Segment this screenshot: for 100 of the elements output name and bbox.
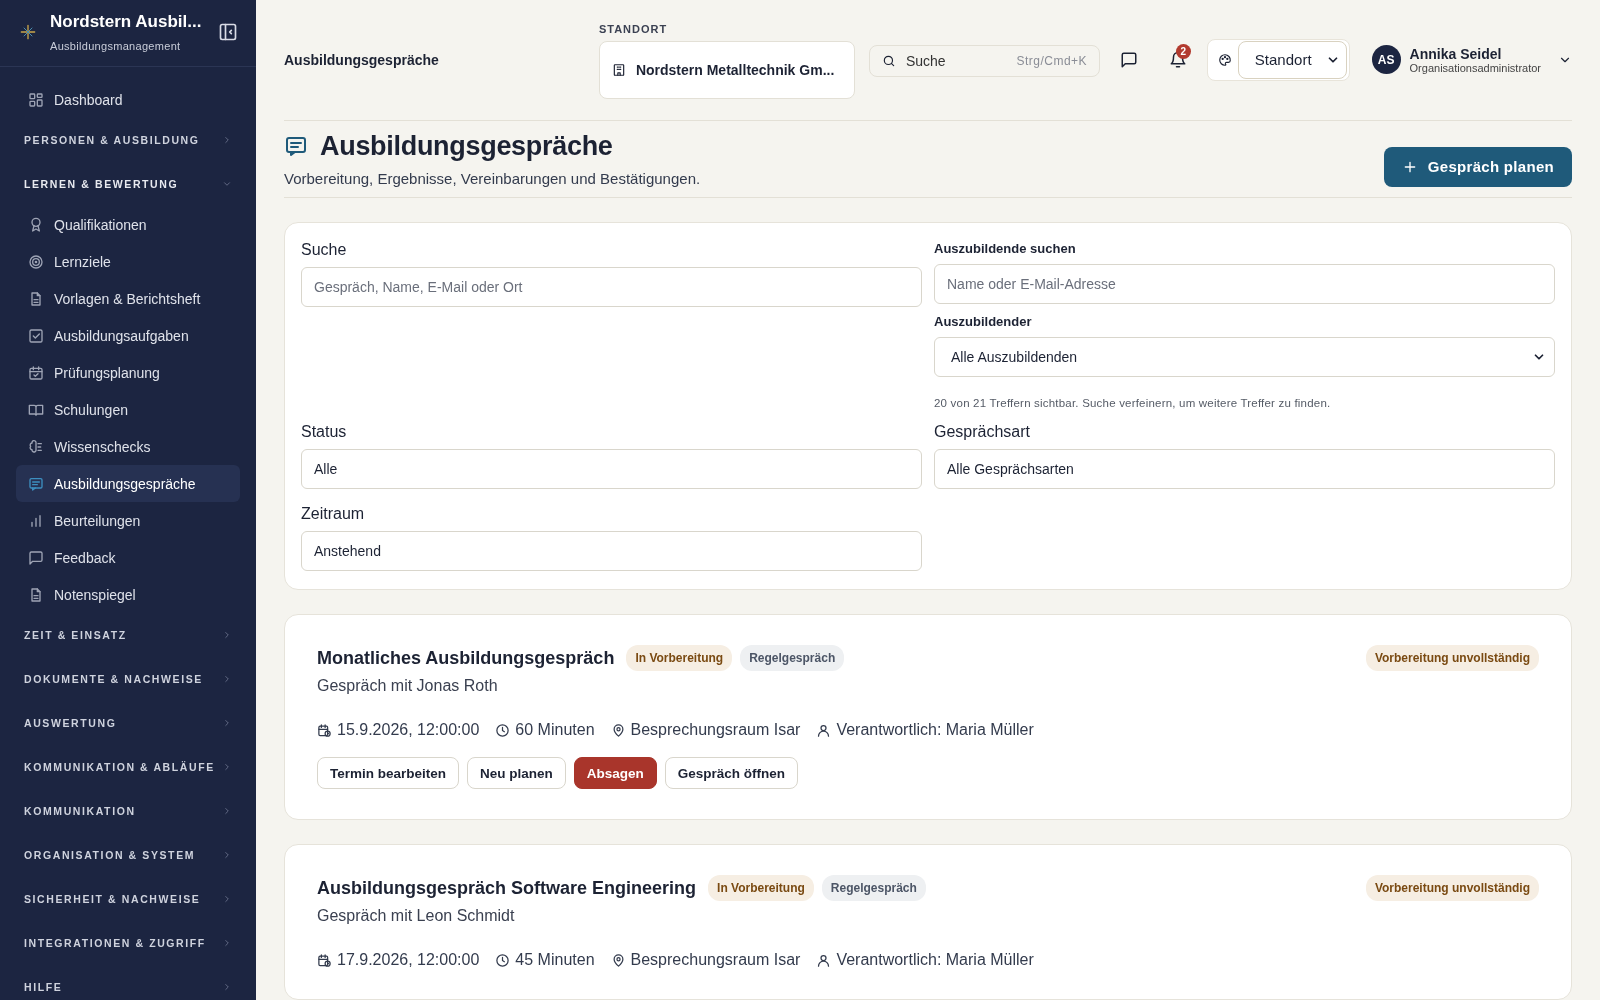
meta-text: Verantwortlich: Maria Müller: [836, 951, 1034, 969]
chevron-right-icon: [222, 630, 232, 640]
action-button[interactable]: Neu planen: [467, 757, 566, 789]
message-icon: [284, 134, 308, 159]
nav-group[interactable]: KOMMUNIKATION: [16, 789, 240, 833]
trainee-search-field[interactable]: Name oder E-Mail-Adresse: [934, 264, 1555, 304]
plan-conversation-button[interactable]: Gespräch planen: [1383, 146, 1572, 187]
chevron-right-icon: [222, 894, 232, 904]
nav-group[interactable]: HILFE: [16, 965, 240, 1000]
status-field[interactable]: Alle: [301, 449, 922, 489]
nav-item[interactable]: Vorlagen & Berichtsheft: [16, 280, 240, 317]
theme-select[interactable]: Standort: [1237, 40, 1347, 79]
palette-icon: [1217, 52, 1232, 67]
chevron-down-icon: [222, 179, 232, 189]
grid-icon: [28, 91, 44, 108]
nav-item[interactable]: Dashboard: [16, 81, 240, 118]
speech-bubble-icon: [1120, 50, 1139, 69]
clock-icon: [495, 722, 511, 738]
status-badge: In Vorbereitung: [626, 645, 733, 671]
location-select[interactable]: Nordstern Metalltechnik Gm...: [598, 40, 855, 99]
nav-item[interactable]: Wissenschecks: [16, 428, 240, 465]
document-icon: [28, 290, 44, 307]
action-button[interactable]: Gespräch öffnen: [664, 757, 799, 789]
nav-group[interactable]: AUSWERTUNG: [16, 701, 240, 745]
chevron-right-icon: [222, 135, 232, 145]
chevron-right-icon: [222, 762, 232, 772]
nav-group[interactable]: KOMMUNIKATION & ABLÄUFE: [16, 745, 240, 789]
user-avatar: AS: [1371, 45, 1401, 75]
calendar-clock-icon: [317, 722, 332, 738]
checkbox-icon: [28, 327, 44, 344]
nav-item[interactable]: Feedback: [16, 539, 240, 576]
search-field[interactable]: Gespräch, Name, E-Mail oder Ort: [301, 267, 922, 307]
field-label: Auszubildende suchen: [934, 241, 1077, 256]
brand-name: Nordstern Ausbil...: [50, 12, 203, 32]
conversation-participant: Gespräch mit Leon Schmidt: [317, 907, 516, 925]
preparation-badge: Vorbereitung unvollständig: [1365, 875, 1539, 901]
user-role: Organisationsadministrator: [1409, 61, 1541, 74]
speech-bubble-icon: [28, 549, 44, 566]
person-icon: [816, 722, 832, 738]
person-icon: [816, 952, 832, 968]
nav-item[interactable]: Ausbildungsgespräche: [16, 465, 240, 502]
field-label: Status: [301, 423, 348, 441]
notifications-button[interactable]: 2: [1158, 39, 1197, 80]
user-name: Annika Seidel: [1409, 45, 1503, 62]
meta-text: Besprechungsraum Isar: [630, 721, 801, 739]
nav-group[interactable]: LERNEN & BEWERTUNG: [16, 162, 240, 206]
nav-item[interactable]: Notenspiegel: [16, 576, 240, 613]
nav-group[interactable]: PERSONEN & AUSBILDUNG: [16, 118, 240, 162]
nav-group[interactable]: ORGANISATION & SYSTEM: [16, 833, 240, 877]
field-label: Zeitraum: [301, 505, 366, 523]
building-icon: [611, 62, 626, 77]
clock-icon: [495, 952, 511, 968]
meta-text: 60 Minuten: [515, 721, 595, 739]
period-field[interactable]: Anstehend: [301, 531, 922, 571]
brand-subtitle: Ausbildungsmanagement: [50, 40, 182, 52]
conversation-type-field[interactable]: Alle Gesprächsarten: [934, 449, 1555, 489]
nav-item[interactable]: Lernziele: [16, 243, 240, 280]
nav-group[interactable]: INTEGRATIONEN & ZUGRIFF: [16, 921, 240, 965]
conversation-title: Ausbildungsgespräch Software Engineering: [317, 877, 697, 899]
document-icon: [28, 586, 44, 603]
chevron-right-icon: [222, 674, 232, 684]
type-badge: Regelgespräch: [740, 645, 845, 671]
nav-group[interactable]: DOKUMENTE & NACHWEISE: [16, 657, 240, 701]
nav-group[interactable]: SICHERHEIT & NACHWEISE: [16, 877, 240, 921]
search-icon: [881, 53, 896, 68]
global-search-field[interactable]: Suche Strg/Cmd+K: [868, 44, 1101, 77]
nav-item[interactable]: Qualifikationen: [16, 206, 240, 243]
ribbon-icon: [28, 216, 44, 233]
meta-text: 15.9.2026, 12:00:00: [337, 721, 480, 739]
results-hint: 20 von 21 Treffern sichtbar. Suche verfeinern, um weitere Treffer zu finden.: [934, 397, 1332, 409]
page-subtitle: Vorbereitung, Ergebnisse, Vereinbarungen und Bestätigungen.: [284, 169, 701, 187]
nav-item[interactable]: Beurteilungen: [16, 502, 240, 539]
target-icon: [28, 253, 44, 270]
status-badge: In Vorbereitung: [708, 875, 814, 901]
meta-text: Besprechungsraum Isar: [630, 951, 801, 969]
preparation-badge: Vorbereitung unvollständig: [1365, 645, 1539, 671]
location-label: STANDORT: [598, 22, 669, 35]
field-label: Auszubildender: [934, 314, 1033, 329]
notification-count-badge: 2: [1175, 43, 1191, 59]
chevron-right-icon: [222, 806, 232, 816]
chevron-right-icon: [222, 850, 232, 860]
brain-icon: [28, 438, 44, 455]
nav-group[interactable]: ZEIT & EINSATZ: [16, 613, 240, 657]
cancel-button[interactable]: Absagen: [573, 757, 657, 789]
action-button[interactable]: Termin bearbeiten: [317, 757, 460, 789]
meta-text: Verantwortlich: Maria Müller: [836, 721, 1034, 739]
nav-item[interactable]: Schulungen: [16, 391, 240, 428]
sparkle-icon: [20, 24, 36, 40]
page-title: Ausbildungsgespräche: [320, 130, 613, 162]
bar-chart-icon: [28, 512, 44, 529]
nav-item[interactable]: Ausbildungsaufgaben: [16, 317, 240, 354]
nav-item[interactable]: Prüfungsplanung: [16, 354, 240, 391]
conversation-participant: Gespräch mit Jonas Roth: [317, 677, 499, 695]
type-badge: Regelgespräch: [821, 875, 926, 901]
calendar-clock-icon: [317, 952, 332, 968]
field-label: Suche: [301, 241, 348, 259]
chevron-right-icon: [222, 982, 232, 992]
trainee-select[interactable]: Alle Auszubildenden: [934, 337, 1555, 377]
collapse-sidebar-icon[interactable]: [218, 22, 238, 42]
chevron-right-icon: [222, 718, 232, 728]
